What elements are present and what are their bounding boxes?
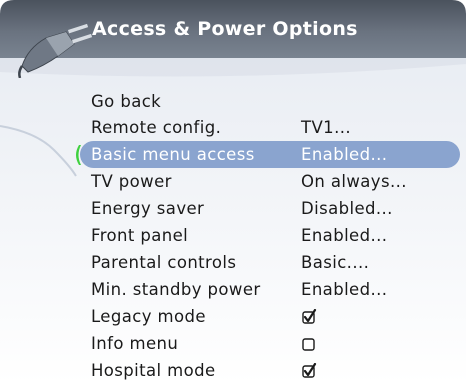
menu-item-value: Disabled... bbox=[301, 199, 393, 218]
power-plug-icon bbox=[18, 23, 93, 78]
menu-item-label: Energy saver bbox=[91, 199, 205, 218]
menu-item-label: Go back bbox=[91, 92, 162, 111]
menu-item-value: Basic.... bbox=[301, 253, 370, 272]
menu-item-parental-controls[interactable]: Parental controls Basic.... bbox=[0, 249, 466, 275]
checkbox-checked-icon[interactable] bbox=[301, 363, 317, 379]
menu-item-go-back[interactable]: Go back bbox=[0, 88, 466, 114]
menu-item-legacy-mode[interactable]: Legacy mode bbox=[0, 303, 466, 329]
menu-item-energy-saver[interactable]: Energy saver Disabled... bbox=[0, 195, 466, 221]
menu-item-label: Hospital mode bbox=[91, 361, 216, 380]
menu-item-label: Min. standby power bbox=[91, 280, 261, 299]
menu-item-basic-menu-access[interactable]: Basic menu access Enabled... bbox=[0, 141, 466, 167]
menu-item-remote-config[interactable]: Remote config. TV1... bbox=[0, 114, 466, 140]
menu-item-value: Enabled... bbox=[301, 226, 388, 245]
menu-item-tv-power[interactable]: TV power On always... bbox=[0, 168, 466, 194]
menu-item-value: Enabled... bbox=[301, 145, 388, 164]
checkbox-checked-icon[interactable] bbox=[301, 309, 317, 325]
menu-title: Access & Power Options bbox=[92, 18, 358, 40]
menu-item-label: Legacy mode bbox=[91, 307, 206, 326]
menu-item-label: TV power bbox=[91, 172, 172, 191]
menu-item-label: Front panel bbox=[91, 226, 189, 245]
menu-item-hospital-mode[interactable]: Hospital mode bbox=[0, 357, 466, 383]
menu-item-value: On always... bbox=[301, 172, 407, 191]
menu-item-min-standby-power[interactable]: Min. standby power Enabled... bbox=[0, 276, 466, 302]
menu-item-value: Enabled... bbox=[301, 280, 388, 299]
menu-item-info-menu[interactable]: Info menu bbox=[0, 330, 466, 356]
menu-item-value: TV1... bbox=[301, 118, 351, 137]
menu-item-front-panel[interactable]: Front panel Enabled... bbox=[0, 222, 466, 248]
menu-item-label: Info menu bbox=[91, 334, 179, 353]
menu-item-label: Parental controls bbox=[91, 253, 237, 272]
checkbox-unchecked-icon[interactable] bbox=[301, 336, 317, 352]
menu-item-label: Remote config. bbox=[91, 118, 222, 137]
menu-item-label: Basic menu access bbox=[91, 145, 255, 164]
